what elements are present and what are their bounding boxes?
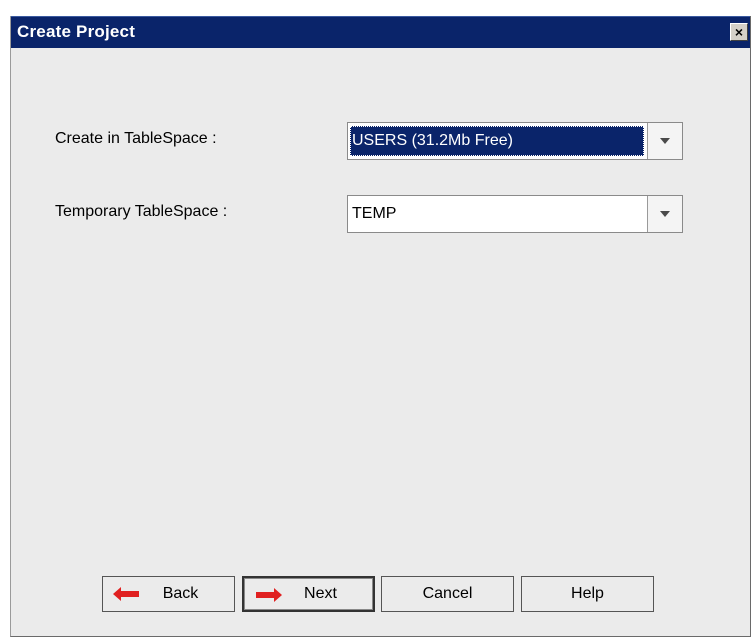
dialog-content: Create in TableSpace : USERS (31.2Mb Fre…	[11, 48, 750, 636]
temp-tablespace-label: Temporary TableSpace :	[55, 203, 228, 220]
close-icon[interactable]: ×	[730, 23, 748, 41]
chevron-down-icon	[660, 211, 670, 217]
tablespace-label: Create in TableSpace :	[55, 130, 217, 147]
back-button-label: Back	[162, 585, 199, 602]
tablespace-dropdown-arrow[interactable]	[647, 123, 682, 159]
create-project-dialog: Create Project × Create in TableSpace : …	[10, 16, 751, 637]
temp-tablespace-selected-value: TEMP	[352, 205, 397, 222]
next-button-label: Next	[304, 585, 337, 602]
temp-tablespace-dropdown-arrow[interactable]	[647, 196, 682, 232]
title-bar[interactable]: Create Project ×	[11, 16, 750, 48]
help-button-label: Help	[571, 585, 604, 602]
back-button[interactable]: Back	[102, 576, 235, 612]
help-button[interactable]: Help	[521, 576, 654, 612]
temp-tablespace-dropdown[interactable]: TEMP	[347, 195, 683, 233]
chevron-down-icon	[660, 138, 670, 144]
arrow-right-icon	[256, 588, 282, 602]
tablespace-dropdown[interactable]: USERS (31.2Mb Free)	[347, 122, 683, 160]
arrow-left-icon	[113, 587, 139, 601]
cancel-button-label: Cancel	[422, 585, 473, 602]
next-button[interactable]: Next	[242, 576, 375, 612]
tablespace-selected-value: USERS (31.2Mb Free)	[350, 126, 644, 156]
cancel-button[interactable]: Cancel	[381, 576, 514, 612]
dialog-title: Create Project	[17, 22, 136, 41]
